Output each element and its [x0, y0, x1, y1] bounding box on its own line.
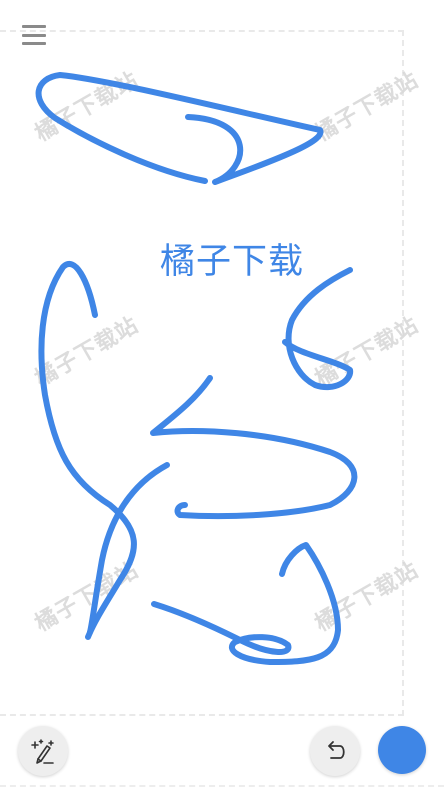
drawing-canvas[interactable]	[0, 0, 444, 791]
brush-stroke	[38, 261, 137, 640]
brush-stroke	[150, 375, 358, 520]
brush-stroke	[35, 72, 324, 185]
magic-pen-button[interactable]	[18, 726, 68, 776]
undo-icon	[328, 741, 345, 759]
undo-button[interactable]	[310, 726, 360, 776]
canvas-text[interactable]: 橘子下载	[160, 233, 304, 284]
color-picker-button[interactable]	[378, 726, 426, 774]
magic-pen-icon	[31, 739, 54, 764]
canvas-bottom-border	[0, 785, 444, 793]
brush-stroke	[151, 542, 341, 665]
brush-stroke	[282, 267, 354, 391]
